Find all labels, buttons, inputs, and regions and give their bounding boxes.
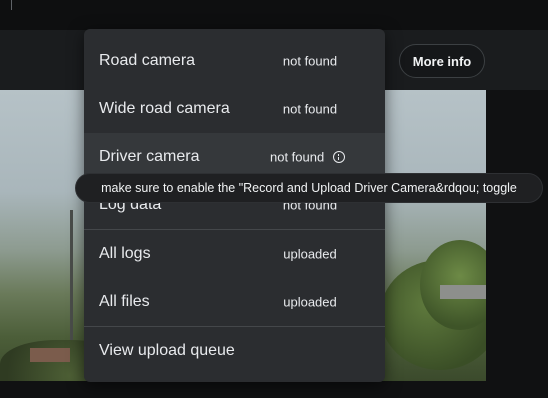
menu-item-label: All logs <box>99 245 151 262</box>
menu-item-status: uploaded <box>283 246 337 262</box>
more-info-button[interactable]: More info <box>399 44 485 78</box>
menu-item-label: Wide road camera <box>99 100 230 117</box>
menu-item-status: not found <box>282 53 338 69</box>
driver-camera-tooltip: make sure to enable the "Record and Uplo… <box>75 173 543 203</box>
menu-item-view-upload-queue[interactable]: View upload queue <box>84 327 385 375</box>
upload-files-menu: Road camera not found Wide road camera n… <box>84 29 385 382</box>
top-bar <box>0 0 548 30</box>
info-icon[interactable] <box>333 151 345 163</box>
menu-item-road-camera[interactable]: Road camera not found <box>84 37 385 85</box>
menu-item-label: Road camera <box>99 52 196 69</box>
menu-item-label: View upload queue <box>99 342 235 359</box>
video-house <box>30 348 70 362</box>
menu-item-status: not found <box>270 149 325 165</box>
video-roof <box>440 285 486 299</box>
menu-item-wide-road-camera[interactable]: Wide road camera not found <box>84 85 385 133</box>
menu-item-status: uploaded <box>283 294 337 310</box>
menu-item-label: Driver camera <box>99 148 200 165</box>
video-pole <box>70 210 73 340</box>
menu-item-status: not found <box>282 101 338 117</box>
menu-item-label: All files <box>99 293 150 310</box>
top-bar-divider <box>11 0 12 10</box>
menu-item-all-logs[interactable]: All logs uploaded <box>84 230 385 278</box>
menu-item-all-files[interactable]: All files uploaded <box>84 278 385 326</box>
